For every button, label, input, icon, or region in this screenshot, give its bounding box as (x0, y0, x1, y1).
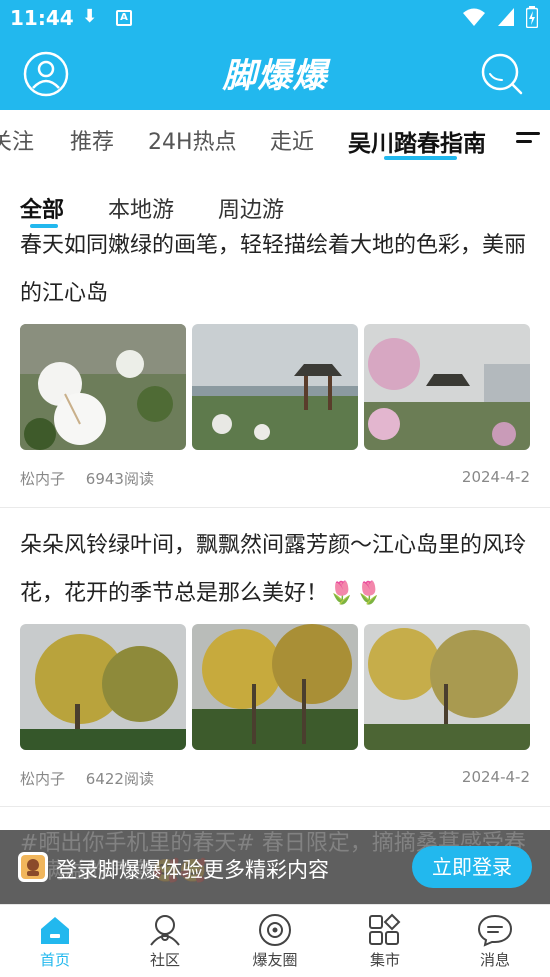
top-app-bar: 11:44 ⬇ A 脚爆爆 (0, 0, 550, 110)
post-images (20, 324, 530, 450)
active-tab-indicator (384, 156, 457, 160)
status-bar: 11:44 ⬇ A (0, 0, 550, 36)
app-avatar-icon (18, 852, 48, 882)
post-image[interactable] (20, 624, 186, 750)
post-image[interactable] (20, 324, 186, 450)
post-image[interactable] (192, 324, 358, 450)
post-card[interactable]: 朵朵风铃绿叶间，飘飘然间露芳颜～江心岛里的风玲花，花开的季节总是那么美好！🌷🌷 (0, 522, 550, 807)
nav-market-label: 集市 (369, 951, 400, 969)
nav-messages-label: 消息 (479, 951, 510, 969)
subtab-all[interactable]: 全部 (20, 192, 64, 224)
post-meta: 松内子 6422阅读 2024-4-2 (20, 768, 530, 789)
post-divider (0, 806, 550, 807)
community-icon (150, 915, 180, 946)
battery-icon (525, 6, 539, 29)
wifi-icon (462, 8, 485, 26)
tab-recommend[interactable]: 推荐 (70, 124, 114, 156)
notification-badge-icon: A (116, 10, 132, 26)
chat-bubble-icon (477, 914, 513, 947)
planet-icon (259, 914, 291, 946)
post-image[interactable] (364, 624, 530, 750)
system-icons (456, 6, 539, 30)
status-time: 11:44 (10, 6, 74, 30)
post-images (20, 624, 530, 750)
tab-24h-hot[interactable]: 24H热点 (148, 124, 237, 156)
signal-icon (497, 8, 514, 26)
tab-wuchuan-spring-guide[interactable]: 吴川踏春指南 (348, 124, 486, 158)
nav-market[interactable]: 集市 (330, 905, 440, 977)
download-icon: ⬇ (82, 6, 98, 27)
nav-community[interactable]: 社区 (110, 905, 220, 977)
post-image[interactable] (192, 624, 358, 750)
search-icon[interactable] (480, 52, 524, 96)
post-divider (0, 507, 550, 508)
profile-icon[interactable] (22, 50, 70, 98)
post-image[interactable] (364, 324, 530, 450)
grid-icon (369, 913, 401, 945)
channel-menu-icon[interactable] (516, 132, 540, 150)
tab-approach[interactable]: 走近 (270, 124, 314, 156)
app-header: 脚爆爆 (0, 36, 550, 110)
app-logo: 脚爆爆 (222, 56, 328, 96)
nav-community-label: 社区 (149, 951, 180, 969)
post-date: 2024-4-2 (461, 768, 530, 786)
subtab-local-travel[interactable]: 本地游 (108, 192, 174, 224)
nav-friends-circle-label: 爆友圈 (252, 951, 298, 969)
login-prompt: 登录脚爆爆体验更多精彩内容 (56, 858, 329, 882)
post-title[interactable]: 朵朵风铃绿叶间，飘飘然间露芳颜～江心岛里的风玲花，花开的季节总是那么美好！🌷🌷 (20, 522, 530, 618)
post-author[interactable]: 松内子 (20, 770, 65, 788)
nav-home-label: 首页 (39, 951, 70, 969)
nav-messages[interactable]: 消息 (440, 905, 550, 977)
login-banner: #晒出你手机里的春天# 春日限定，摘摘桑葚感受春意满溢的气息🥰🥰 登录脚爆爆体验… (0, 830, 550, 904)
bottom-nav: 首页 社区 爆友圈 集市 消息 (0, 904, 550, 977)
post-date: 2024-4-2 (461, 468, 530, 486)
channel-tabs: 关注 推荐 24H热点 走近 吴川踏春指南 (0, 110, 550, 170)
nav-home[interactable]: 首页 (0, 905, 110, 977)
post-read-count: 6422阅读 (85, 770, 154, 788)
subtab-nearby-travel[interactable]: 周边游 (218, 192, 284, 224)
nav-friends-circle[interactable]: 爆友圈 (220, 905, 330, 977)
tab-follow[interactable]: 关注 (0, 124, 34, 156)
post-card[interactable]: 春天如同嫩绿的画笔，轻轻描绘着大地的色彩，美丽的江心岛 松内子 6943阅读 2… (0, 222, 550, 507)
post-read-count: 6943阅读 (85, 470, 154, 488)
home-icon (41, 917, 69, 944)
post-author[interactable]: 松内子 (20, 470, 65, 488)
post-meta: 松内子 6943阅读 2024-4-2 (20, 468, 530, 489)
post-title[interactable]: 春天如同嫩绿的画笔，轻轻描绘着大地的色彩，美丽的江心岛 (20, 222, 530, 318)
login-button[interactable]: 立即登录 (412, 846, 532, 888)
